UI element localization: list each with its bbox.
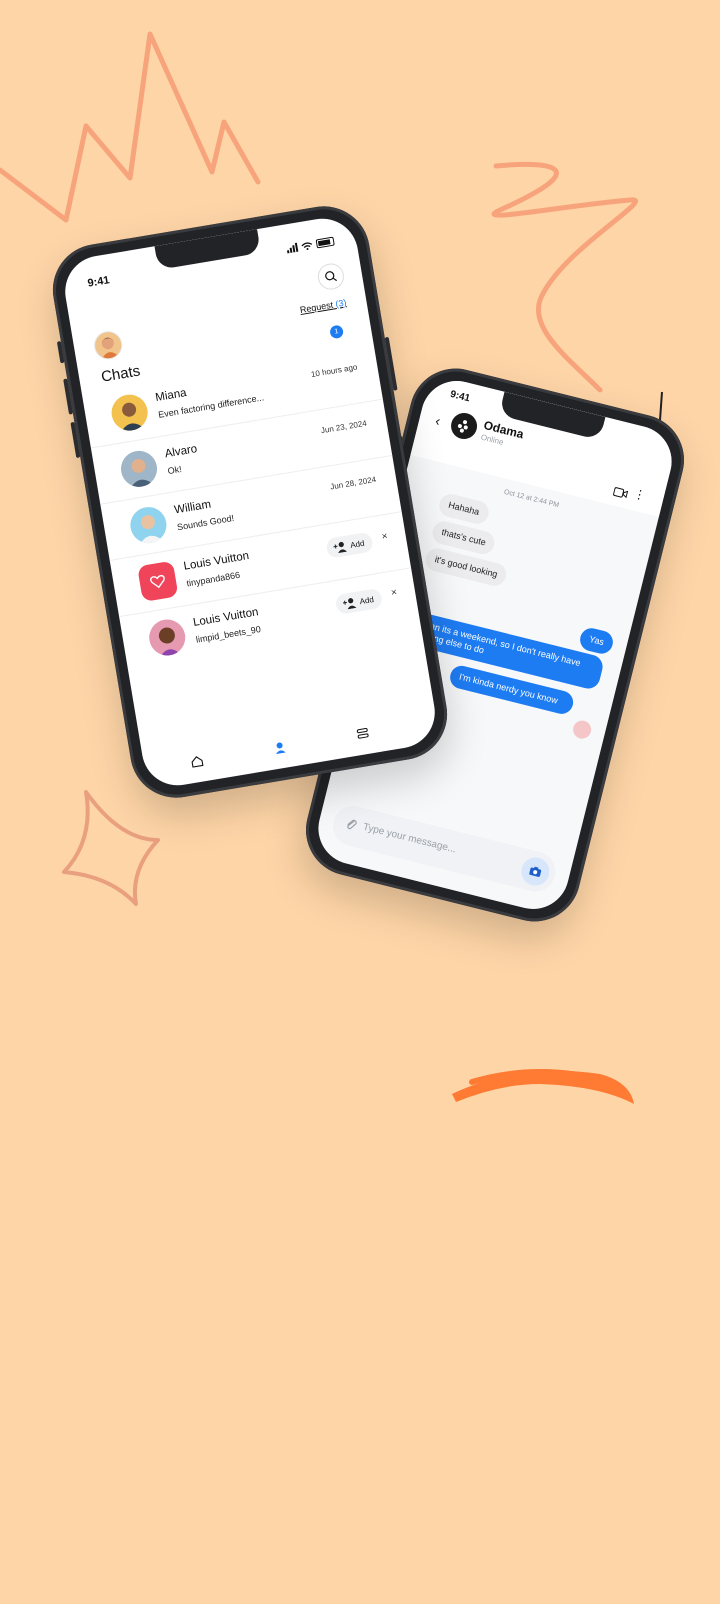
chat-name: Miana — [154, 387, 188, 405]
search-button[interactable] — [315, 261, 346, 292]
status-time: 9:41 — [86, 274, 111, 290]
stylus-line — [659, 391, 663, 421]
request-label: Request — [299, 299, 334, 316]
wifi-icon — [301, 241, 313, 250]
add-label: Add — [349, 538, 366, 550]
chat-time: Jun 28, 2024 — [329, 474, 377, 492]
chat-time: Jun 23, 2024 — [320, 418, 368, 436]
tab-stack[interactable] — [352, 723, 373, 744]
request-handle: tinypanda866 — [185, 569, 241, 589]
signal-icon — [286, 242, 299, 254]
zigzag-doodle — [0, 31, 261, 223]
search-icon — [325, 271, 338, 282]
home-icon — [191, 756, 204, 768]
add-user-icon — [333, 541, 347, 554]
request-handle: limpid_beets_90 — [195, 624, 262, 645]
unread-badge: 1 — [329, 324, 345, 340]
add-button[interactable]: Add — [334, 587, 384, 616]
camera-button[interactable] — [518, 854, 553, 889]
chat-list: Miana Even factoring difference... 10 ho… — [81, 343, 421, 672]
avatar — [118, 448, 160, 490]
video-call-icon[interactable] — [611, 483, 629, 504]
camera-icon — [529, 866, 542, 877]
user-mini-avatar — [571, 718, 594, 741]
incoming-message: it's good looking — [423, 546, 509, 589]
contact-avatar[interactable] — [448, 410, 480, 442]
add-user-icon — [342, 598, 357, 610]
profile-avatar[interactable] — [92, 329, 125, 362]
add-label: Add — [358, 594, 375, 606]
squiggle-doodle — [491, 161, 639, 393]
profile-icon — [275, 742, 286, 755]
tab-home[interactable] — [187, 751, 208, 772]
battery-icon — [315, 236, 335, 249]
more-icon[interactable]: ⋮ — [632, 486, 647, 502]
close-icon[interactable]: × — [390, 587, 398, 599]
outgoing-message: Yas — [577, 625, 616, 657]
chat-preview: Ok! — [166, 463, 183, 477]
avatar — [146, 616, 188, 659]
sparkle-doodle — [62, 790, 160, 906]
chat-time: 10 hours ago — [310, 362, 358, 380]
request-link[interactable]: Request (3) — [299, 297, 347, 315]
brush-stroke — [452, 1070, 634, 1104]
chat-name: Alvaro — [163, 443, 199, 461]
message-input[interactable]: Type your message... — [362, 822, 457, 856]
add-button[interactable]: Add — [324, 531, 374, 559]
tab-chats[interactable] — [270, 737, 291, 758]
avatar — [137, 560, 179, 603]
stack-icon — [356, 728, 369, 739]
request-name: Louis Vuitton — [182, 549, 250, 573]
back-icon[interactable]: ‹ — [434, 412, 442, 429]
avatar — [127, 504, 170, 546]
paperclip-icon[interactable] — [343, 816, 359, 837]
avatar — [108, 391, 151, 434]
chat-preview: Sounds Good! — [176, 512, 235, 533]
status-time: 9:41 — [449, 388, 472, 405]
close-icon[interactable]: × — [381, 531, 389, 543]
request-count: (3) — [334, 297, 348, 310]
chat-name: William — [173, 498, 212, 517]
